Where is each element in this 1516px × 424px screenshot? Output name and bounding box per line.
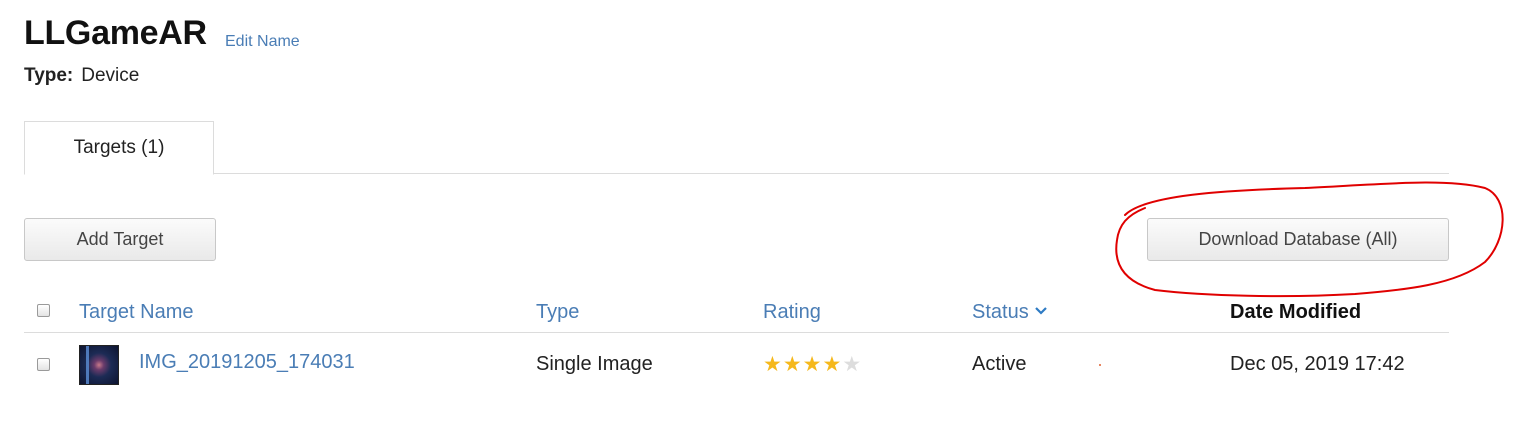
type-label: Type: [24,65,74,86]
target-status: Active [972,353,1027,375]
column-header-target-name[interactable]: Target Name [79,301,194,324]
rating-stars: ★ ★ ★ ★ ★ [763,353,862,376]
table-header-divider [24,332,1449,333]
status-dot [1099,364,1101,366]
star-icon: ★ [822,353,842,376]
database-title: LLGameAR [24,14,207,52]
star-icon: ★ [782,353,802,376]
chevron-down-icon [1034,307,1047,315]
tab-bar-divider [24,173,1449,174]
column-header-status[interactable]: Status [972,301,1048,324]
select-all-checkbox[interactable] [37,304,50,317]
column-header-type[interactable]: Type [536,301,579,324]
type-value: Device [81,65,140,86]
target-manager-page: LLGameAR Edit Name Type: Device Targets (… [0,0,1516,424]
target-type: Single Image [536,353,653,375]
status-header-label: Status [972,301,1029,323]
target-date-modified: Dec 05, 2019 17:42 [1230,353,1405,375]
download-database-button[interactable]: Download Database (All) [1147,218,1449,261]
column-header-date-modified[interactable]: Date Modified [1230,301,1361,324]
star-icon: ★ [763,353,782,376]
star-icon: ★ [842,353,862,376]
column-header-rating[interactable]: Rating [763,301,821,324]
target-thumbnail-image[interactable] [79,345,119,385]
database-type: Type: Device [24,65,139,87]
edit-name-link[interactable]: Edit Name [225,33,300,51]
star-icon: ★ [802,353,822,376]
add-target-button[interactable]: Add Target [24,218,216,261]
tab-targets[interactable]: Targets (1) [24,121,214,175]
target-name-link[interactable]: IMG_20191205_174031 [139,351,355,374]
row-checkbox[interactable] [37,358,50,371]
